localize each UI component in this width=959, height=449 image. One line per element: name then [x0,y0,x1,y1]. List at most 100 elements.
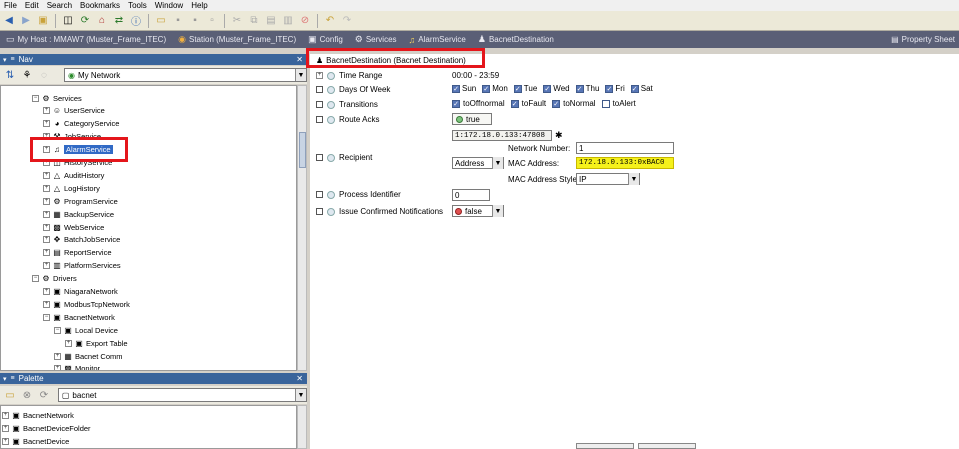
paste-icon[interactable]: ▤ [264,14,278,28]
tree-item[interactable]: + ▩ Monitor [54,363,100,370]
expand-toggle-icon[interactable]: + [43,288,50,295]
expand-toggle-icon[interactable]: + [43,120,50,128]
tree-item[interactable]: + △ LogHistory [43,182,100,194]
close-icon[interactable]: ✕ [296,55,303,64]
row-checkbox[interactable] [316,86,323,93]
sync-icon[interactable]: ⇅ [3,68,17,82]
home-icon[interactable]: ⌂ [95,14,109,28]
tree-item[interactable]: + ◕ CategoryService [43,118,119,130]
palette-item[interactable]: + ▣ BacnetNetwork [2,409,74,421]
refresh-icon[interactable]: ⟳ [37,388,51,402]
nav-root-select[interactable]: ◉ My Network ▼ [64,68,307,82]
expand-toggle-icon[interactable]: + [2,411,9,419]
locator-services[interactable]: ⚙ Services [351,34,405,45]
expand-icon[interactable]: + [316,72,323,79]
palette-select[interactable]: ▢ bacnet ▼ [57,388,307,402]
tree-item[interactable]: + △ AuditHistory [43,169,104,181]
day-thu[interactable]: ✓ Thu [575,84,599,93]
collapse-toggle-icon[interactable]: − [54,326,61,334]
save-button[interactable] [638,443,696,449]
row-checkbox[interactable] [316,154,323,161]
locator-alarmservice[interactable]: ♫ AlarmService [405,35,474,45]
refresh-button[interactable] [576,443,634,449]
locator-config[interactable]: ▣ Config [304,34,351,45]
expand-toggle-icon[interactable]: + [43,171,50,179]
locator-station[interactable]: ◉ Station (Muster_Frame_ITEC) [174,34,304,45]
expand-toggle-icon[interactable]: + [43,223,50,231]
save-all-icon[interactable]: ▪ [188,14,202,28]
expand-toggle-icon[interactable]: + [43,249,50,257]
transition-tonormal[interactable]: ✓ toNormal [552,99,596,108]
open-palette-icon[interactable]: ▭ [3,388,17,402]
nav-menu-icon[interactable]: ≡ [11,56,15,63]
transition-tooffnormal[interactable]: ✓ toOffnormal [452,99,505,108]
menu-window[interactable]: Window [155,1,183,10]
day-tue[interactable]: ✓ Tue [513,84,537,93]
transition-tofault[interactable]: ✓ toFault [510,99,546,108]
process-identifier-field[interactable]: 0 [452,189,490,201]
collapse-icon[interactable]: ▾ [3,56,7,64]
expand-toggle-icon[interactable]: + [2,437,9,445]
menu-search[interactable]: Search [47,1,72,10]
mac-address-field[interactable]: 172.18.0.133:0xBAC0 [576,157,674,169]
row-checkbox[interactable] [316,101,323,108]
close-palette-icon[interactable]: ⊗ [20,388,34,402]
day-sun[interactable]: ✓ Sun [452,84,476,93]
save-icon[interactable]: ▪ [171,14,185,28]
expand-toggle-icon[interactable]: + [43,107,50,115]
new-icon[interactable]: ▫ [205,14,219,28]
day-sat[interactable]: ✓ Sat [630,84,653,93]
menu-bookmarks[interactable]: Bookmarks [80,1,120,10]
scroll-thumb[interactable] [299,132,306,168]
forward-icon[interactable]: ▶ [19,14,33,28]
menu-help[interactable]: Help [191,1,207,10]
copy-icon[interactable]: ⧉ [247,14,261,28]
palette-menu-icon[interactable]: ≡ [11,375,15,382]
network-number-field[interactable]: 1 [576,142,674,154]
nav-scrollbar[interactable] [297,85,307,371]
chevron-down-icon[interactable]: ▼ [628,173,639,185]
address-type-select[interactable]: Address ▼ [452,157,504,169]
expand-toggle-icon[interactable]: + [43,184,50,192]
locator-bacnetdestination[interactable]: ♟ BacnetDestination [474,34,562,45]
tree-item[interactable]: + ▦ Bacnet Comm [54,350,123,362]
side-bar-icon[interactable]: ◫ [61,14,75,28]
back-icon[interactable]: ◀ [2,14,16,28]
collapse-toggle-icon[interactable]: − [32,94,39,102]
issue-confirmed-select[interactable]: false ▼ [452,205,504,217]
palette-scrollbar[interactable] [297,405,307,449]
refresh-icon[interactable]: ⟳ [78,14,92,28]
close-icon[interactable]: ✕ [296,374,303,383]
menu-edit[interactable]: Edit [25,1,39,10]
delete-icon[interactable]: ⊘ [298,14,312,28]
expand-toggle-icon[interactable]: + [43,210,50,218]
day-fri[interactable]: ✓ Fri [605,84,625,93]
mac-style-select[interactable]: IP ▼ [576,173,640,185]
tree-item[interactable]: + ▣ NiagaraNetwork [43,286,118,298]
tree-item[interactable]: + ▦ BackupService [43,208,114,220]
chevron-down-icon[interactable]: ▼ [295,69,306,81]
day-wed[interactable]: ✓ Wed [543,84,570,93]
row-checkbox[interactable] [316,116,323,123]
home-nav-icon[interactable]: ◌ [37,68,51,82]
time-range-value[interactable]: 00:00 - 23:59 [452,71,499,80]
tree-item[interactable]: − ▣ Local Device [54,324,118,336]
menu-tools[interactable]: Tools [128,1,147,10]
tree-item[interactable]: + ▥ PlatformServices [43,260,121,272]
info-icon[interactable]: ⓘ [129,14,143,28]
collapse-toggle-icon[interactable]: − [32,275,39,283]
tree-item[interactable]: + ▣ Export Table [65,337,128,349]
route-acks-toggle[interactable]: true [452,113,492,125]
collapse-icon[interactable]: ▾ [3,375,7,383]
row-checkbox[interactable] [316,208,323,215]
expand-toggle-icon[interactable]: + [43,262,50,270]
chevron-down-icon[interactable]: ▼ [295,389,306,401]
expand-toggle-icon[interactable]: + [54,365,61,370]
expand-toggle-icon[interactable]: + [65,339,72,347]
locator-host[interactable]: ▭ My Host : MMAW7 (Muster_Frame_ITEC) [2,34,174,45]
expand-toggle-icon[interactable]: + [43,300,50,308]
collapse-toggle-icon[interactable]: − [43,313,50,321]
expand-toggle-icon[interactable]: + [54,352,61,360]
tree-item[interactable]: + ▤ ReportService [43,247,112,259]
redo-icon[interactable]: ↷ [340,14,354,28]
